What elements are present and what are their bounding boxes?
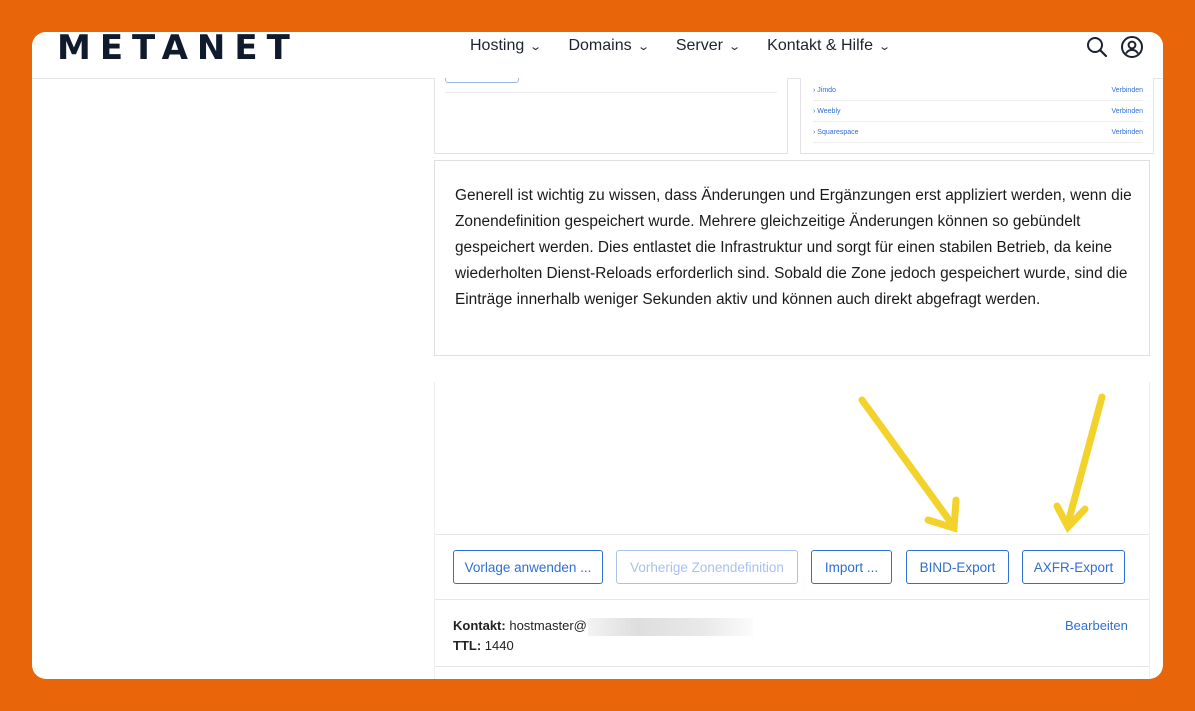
redacted-blur bbox=[587, 617, 753, 636]
ttl-row: TTL: 1440 bbox=[453, 636, 753, 656]
search-icon[interactable] bbox=[1085, 35, 1109, 59]
list-item-action[interactable]: Verbinden bbox=[1111, 129, 1143, 136]
axfr-export-button[interactable]: AXFR-Export bbox=[1022, 550, 1125, 584]
main-nav: Hosting ⌄ Domains ⌄ Server ⌄ Kontakt & H… bbox=[470, 32, 917, 62]
list-item-name: › Weebly bbox=[813, 107, 841, 115]
chevron-down-icon: ⌄ bbox=[529, 40, 543, 53]
list-item[interactable]: › Squarespace Verbinden bbox=[813, 122, 1143, 143]
divider bbox=[435, 599, 1149, 600]
nav-label: Domains bbox=[568, 37, 632, 54]
list-item[interactable]: › Weebly Verbinden bbox=[813, 101, 1143, 122]
nav-label: Server bbox=[675, 37, 723, 54]
chevron-down-icon: ⌄ bbox=[636, 40, 650, 53]
info-textbox: Generell ist wichtig zu wissen, dass Änd… bbox=[434, 160, 1150, 356]
apply-template-button[interactable]: Vorlage anwenden ... bbox=[453, 550, 603, 584]
list-item-name: › Squarespace bbox=[813, 128, 859, 136]
browser-window: METANET Hosting ⌄ Domains ⌄ Server ⌄ Kon… bbox=[32, 32, 1163, 679]
chevron-down-icon: ⌄ bbox=[878, 40, 892, 53]
contact-row: Kontakt: hostmaster@ bbox=[453, 616, 753, 636]
nav-domains[interactable]: Domains ⌄ bbox=[568, 32, 650, 60]
site-header: METANET Hosting ⌄ Domains ⌄ Server ⌄ Kon… bbox=[32, 32, 1163, 79]
divider bbox=[435, 666, 1149, 667]
nav-server[interactable]: Server ⌄ bbox=[675, 32, 742, 60]
list-item[interactable]: › Jimdo Verbinden bbox=[813, 80, 1143, 101]
divider bbox=[445, 92, 777, 93]
chevron-down-icon: ⌄ bbox=[728, 40, 742, 53]
nav-kontakt-hilfe[interactable]: Kontakt & Hilfe ⌄ bbox=[767, 32, 892, 60]
metanet-logo[interactable]: METANET bbox=[57, 32, 299, 68]
ttl-value: 1440 bbox=[484, 638, 514, 653]
ttl-label: TTL: bbox=[453, 638, 482, 653]
mini-button bbox=[445, 78, 519, 83]
user-account-icon[interactable] bbox=[1120, 35, 1144, 59]
contact-value: hostmaster@ bbox=[509, 618, 587, 633]
list-item-action[interactable]: Verbinden bbox=[1111, 87, 1143, 94]
edit-link[interactable]: Bearbeiten bbox=[1065, 616, 1128, 636]
contact-label: Kontakt: bbox=[453, 618, 506, 633]
nav-label: Hosting bbox=[470, 37, 525, 54]
screenshot-fragment-right: › Jimdo Verbinden › Weebly Verbinden › S… bbox=[800, 78, 1154, 154]
bind-export-button[interactable]: BIND-Export bbox=[906, 550, 1009, 584]
nav-label: Kontakt & Hilfe bbox=[767, 37, 873, 54]
logo-text: METANET bbox=[57, 32, 299, 68]
screenshot-fragment-left bbox=[434, 78, 788, 154]
list-item-name: › Jimdo bbox=[813, 86, 836, 94]
divider bbox=[435, 534, 1149, 535]
info-paragraph: Generell ist wichtig zu wissen, dass Änd… bbox=[455, 187, 1132, 308]
nav-hosting[interactable]: Hosting ⌄ bbox=[470, 32, 543, 60]
import-button[interactable]: Import ... bbox=[811, 550, 892, 584]
previous-zone-definition-button[interactable]: Vorherige Zonendefinition bbox=[616, 550, 798, 584]
list-item-action[interactable]: Verbinden bbox=[1111, 108, 1143, 115]
zone-info: Kontakt: hostmaster@ TTL: 1440 bbox=[453, 616, 753, 656]
